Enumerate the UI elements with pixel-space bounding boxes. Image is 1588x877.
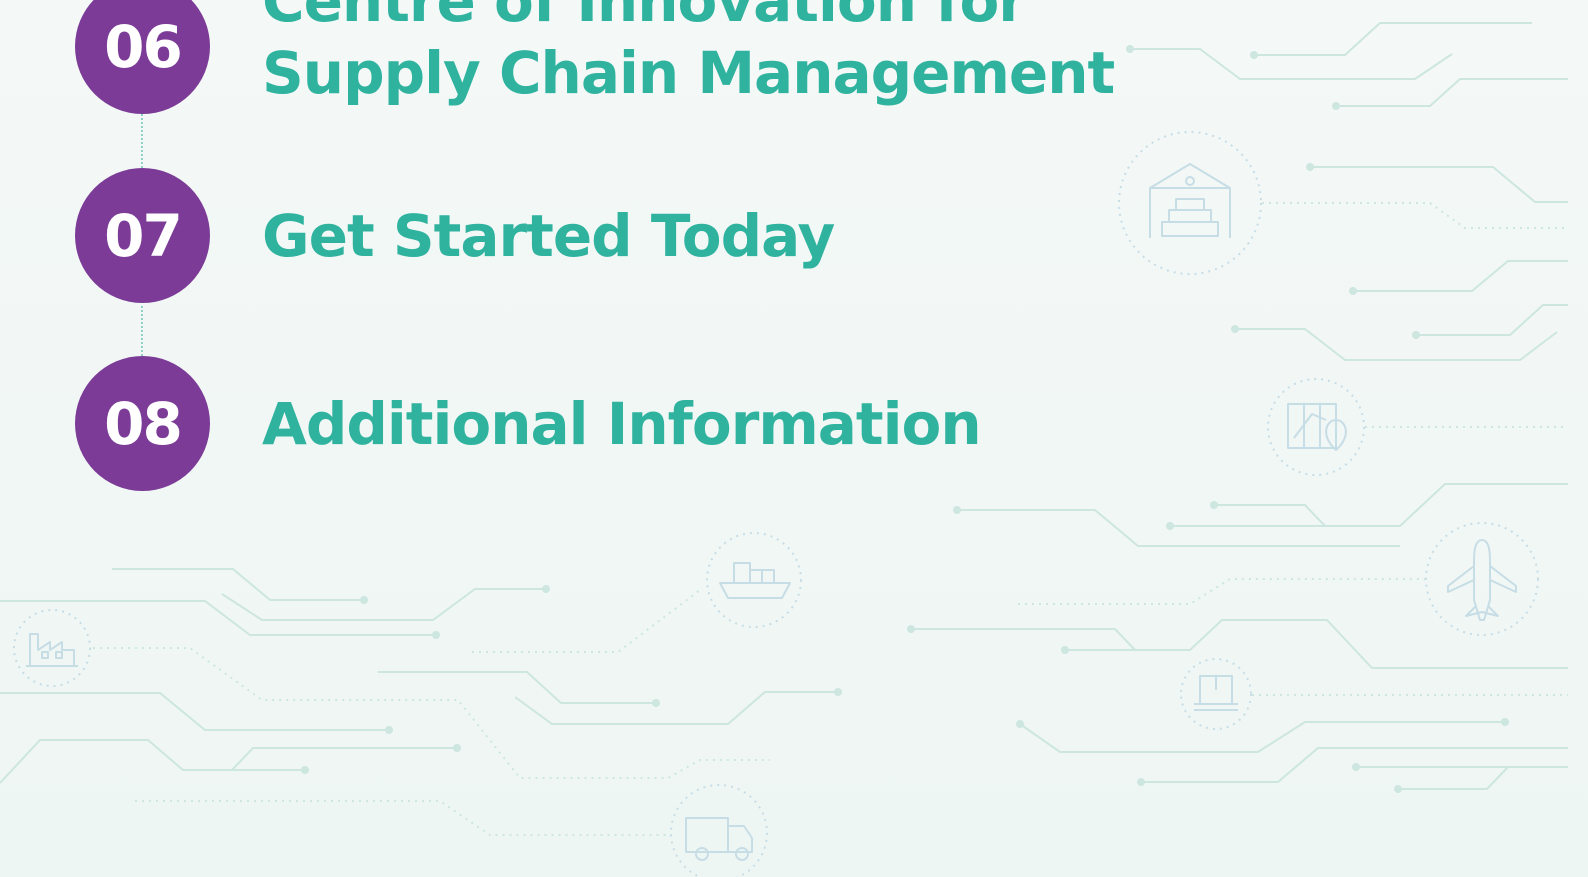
airplane-icon	[1447, 539, 1517, 621]
warehouse-icon	[1149, 163, 1231, 238]
package-icon	[1194, 675, 1238, 711]
agenda-item-title: Get Started Today	[262, 202, 835, 270]
agenda-number-badge: 08	[75, 356, 210, 491]
route-map-icon	[1287, 403, 1347, 451]
agenda-item-title: Centre of Innovation for Supply Chain Ma…	[262, 0, 1115, 109]
factory-icon	[26, 633, 78, 667]
truck-icon	[685, 817, 753, 861]
agenda-item-title-line: Centre of Innovation for	[262, 0, 1027, 35]
timeline-connector	[141, 301, 143, 356]
agenda-number-badge: 07	[75, 168, 210, 303]
timeline-connector	[141, 114, 143, 168]
agenda-item-title: Additional Information	[262, 390, 982, 458]
agenda-item-title-line: Supply Chain Management	[262, 39, 1115, 107]
ship-icon	[719, 562, 791, 599]
